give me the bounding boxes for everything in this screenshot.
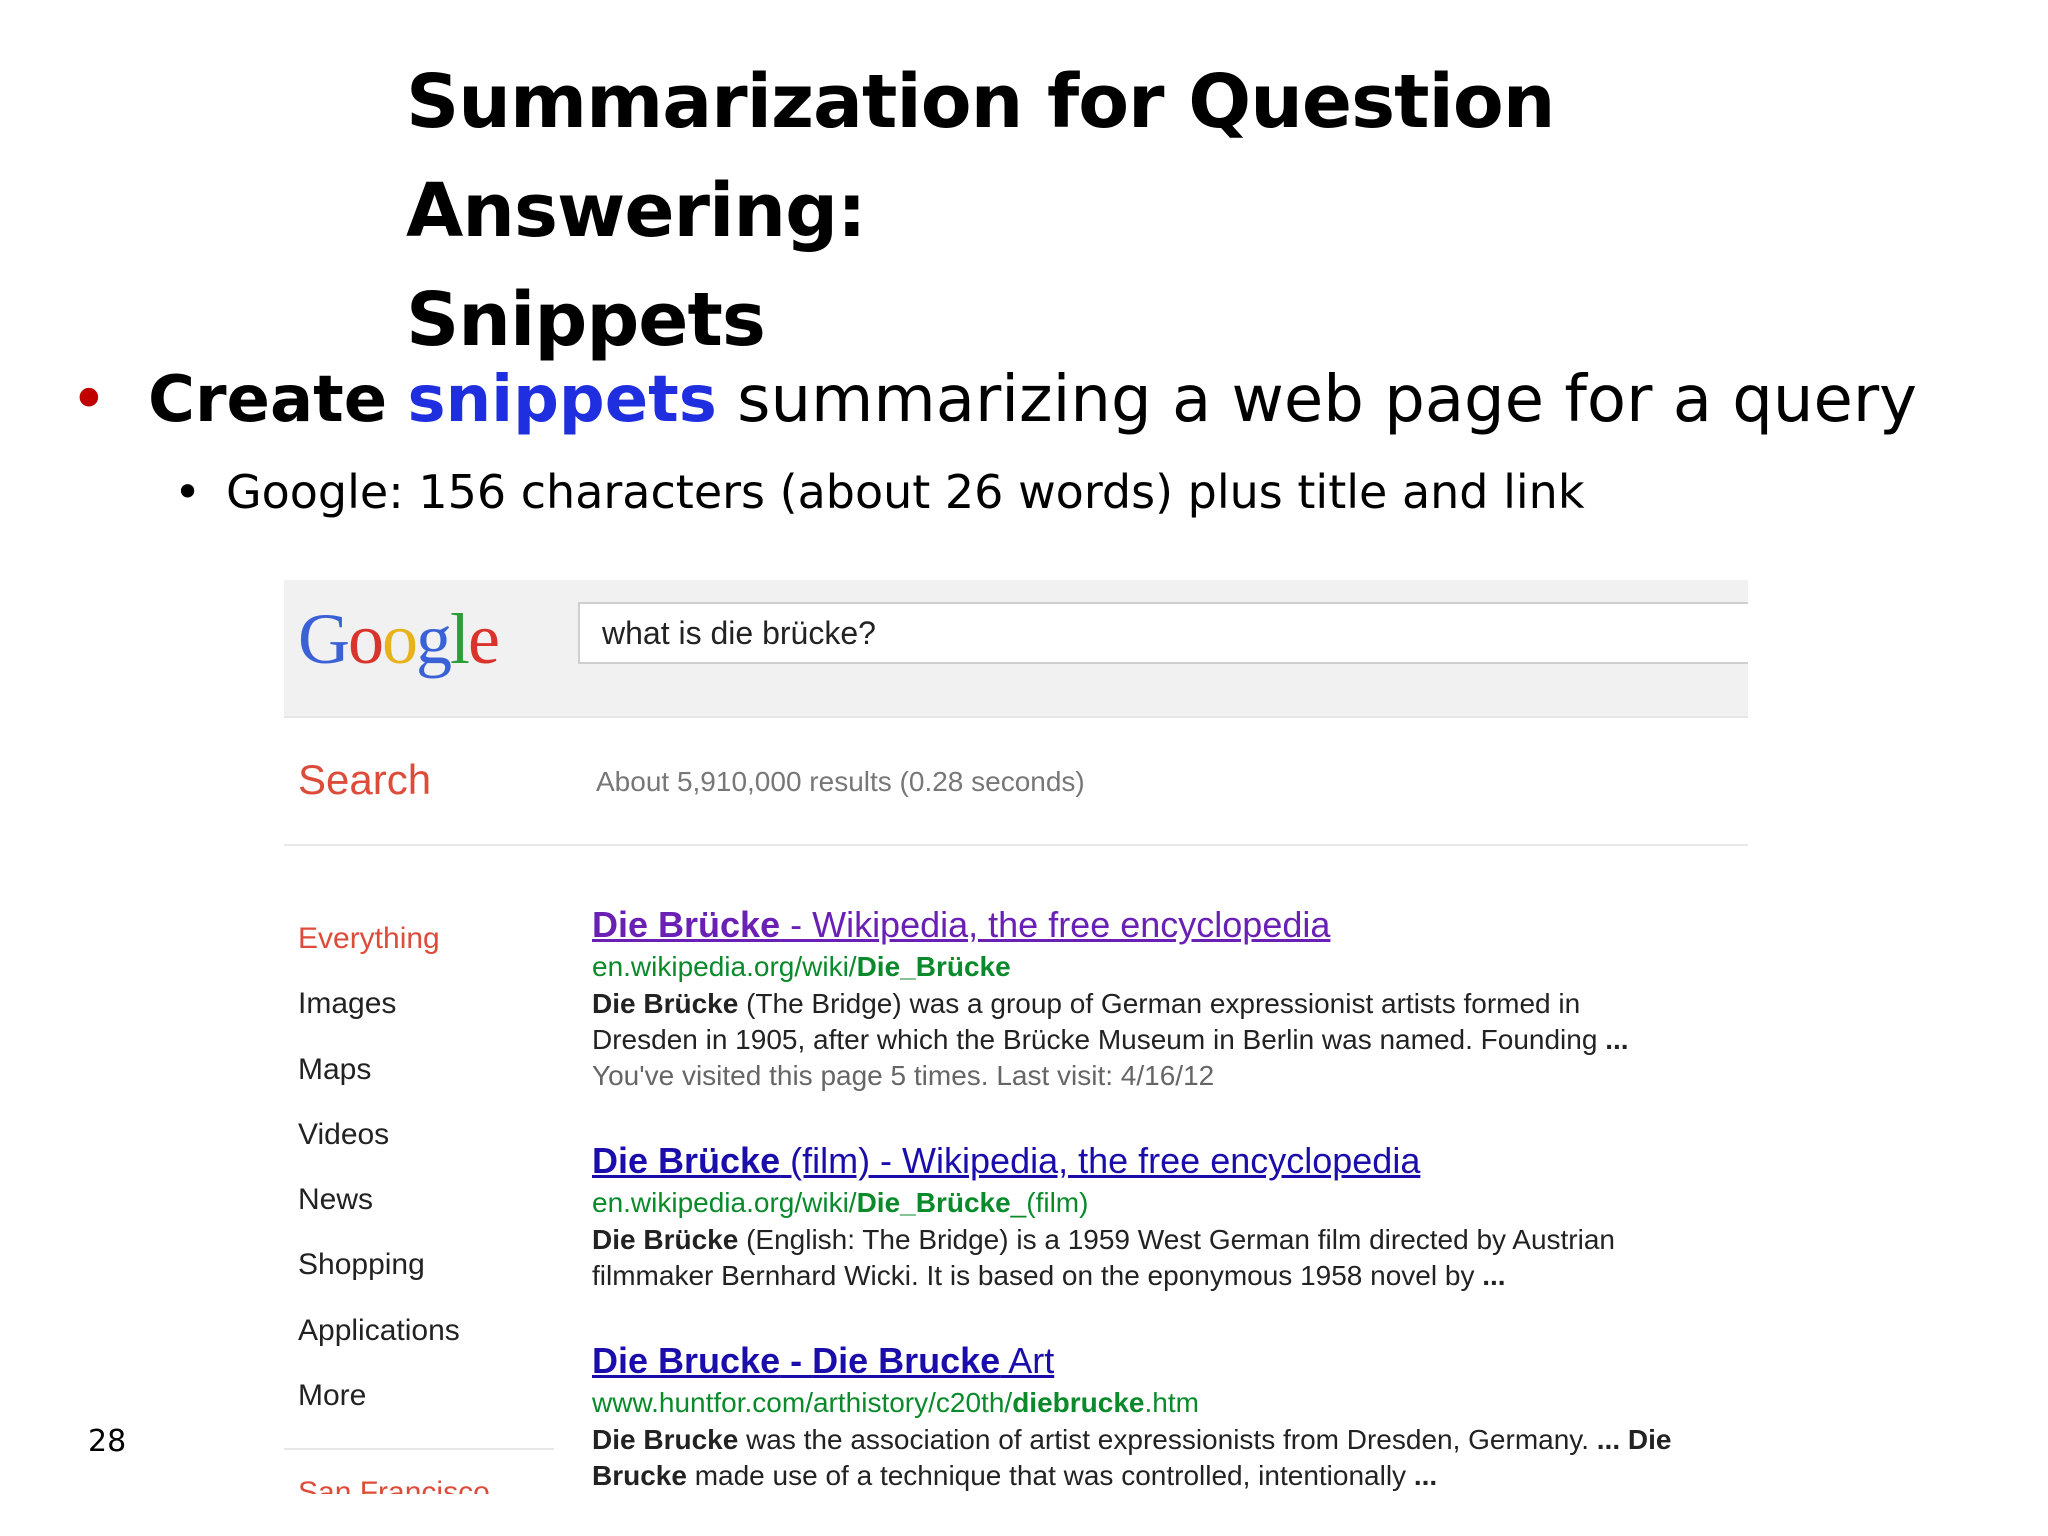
sub-bullet: • Google: 156 characters (about 26 words)… xyxy=(174,462,1584,522)
nav-item-images[interactable]: Images xyxy=(298,971,558,1036)
nav-divider xyxy=(284,1448,554,1450)
result-snippet: Die Brücke (English: The Bridge) is a 19… xyxy=(592,1224,1615,1291)
nav-item-videos[interactable]: Videos xyxy=(298,1102,558,1167)
left-nav: Everything Images Maps Videos News Shopp… xyxy=(298,906,558,1428)
nav-item-more[interactable]: More xyxy=(298,1363,558,1428)
slide-title-line-2: Snippets xyxy=(406,277,766,363)
google-logo[interactable]: Google xyxy=(298,594,500,684)
result-url: en.wikipedia.org/wiki/Die_Brücke_(film) xyxy=(592,1187,1089,1218)
bullet-highlight-text: snippets xyxy=(407,363,717,437)
header-divider xyxy=(284,844,1748,846)
nav-item-applications[interactable]: Applications xyxy=(298,1298,558,1363)
search-label: Search xyxy=(298,756,432,803)
main-bullet: • Create snippets summarizing a web page … xyxy=(70,360,1917,440)
result-title-link[interactable]: Die Brücke (film) - Wikipedia, the free … xyxy=(592,1138,1615,1184)
page-number: 28 xyxy=(88,1424,127,1459)
slide-title: Summarization for Question Answering: Sn… xyxy=(406,48,2006,375)
bullet-dot-icon: • xyxy=(70,363,108,437)
result-url: www.huntfor.com/arthistory/c20th/diebruc… xyxy=(592,1387,1199,1418)
nav-location-cutoff[interactable]: San Francisco xyxy=(298,1476,490,1494)
result-visit-info: You've visited this page 5 times. Last v… xyxy=(592,1060,1215,1091)
search-result: Die Brücke - Wikipedia, the free encyclo… xyxy=(592,902,1629,1094)
nav-item-news[interactable]: News xyxy=(298,1167,558,1232)
search-result: Die Brücke (film) - Wikipedia, the free … xyxy=(592,1138,1615,1294)
sub-bullet-dot-icon: • xyxy=(174,465,202,519)
nav-item-shopping[interactable]: Shopping xyxy=(298,1232,558,1297)
search-result: Die Brucke - Die Brucke Art www.huntfor.… xyxy=(592,1338,1671,1494)
sub-bullet-text: Google: 156 characters (about 26 words) … xyxy=(226,465,1585,519)
google-screenshot: Google what is die brücke? Search About … xyxy=(284,580,1748,1494)
search-input[interactable]: what is die brücke? xyxy=(578,602,1748,664)
result-title-link[interactable]: Die Brücke - Wikipedia, the free encyclo… xyxy=(592,902,1629,948)
result-stats: About 5,910,000 results (0.28 seconds) xyxy=(596,766,1085,797)
result-snippet: Die Brücke (The Bridge) was a group of G… xyxy=(592,988,1629,1055)
nav-item-everything[interactable]: Everything xyxy=(298,906,558,971)
google-header: Google what is die brücke? xyxy=(284,580,1748,718)
slide-title-line-1: Summarization for Question Answering: xyxy=(406,59,1555,254)
result-title-link[interactable]: Die Brucke - Die Brucke Art xyxy=(592,1338,1671,1384)
bullet-rest-text: summarizing a web page for a query xyxy=(737,363,1918,437)
result-snippet: Die Brucke was the association of artist… xyxy=(592,1424,1672,1491)
result-url: en.wikipedia.org/wiki/Die_Brücke xyxy=(592,951,1011,982)
nav-item-maps[interactable]: Maps xyxy=(298,1037,558,1102)
bullet-bold-text: Create xyxy=(148,363,388,437)
